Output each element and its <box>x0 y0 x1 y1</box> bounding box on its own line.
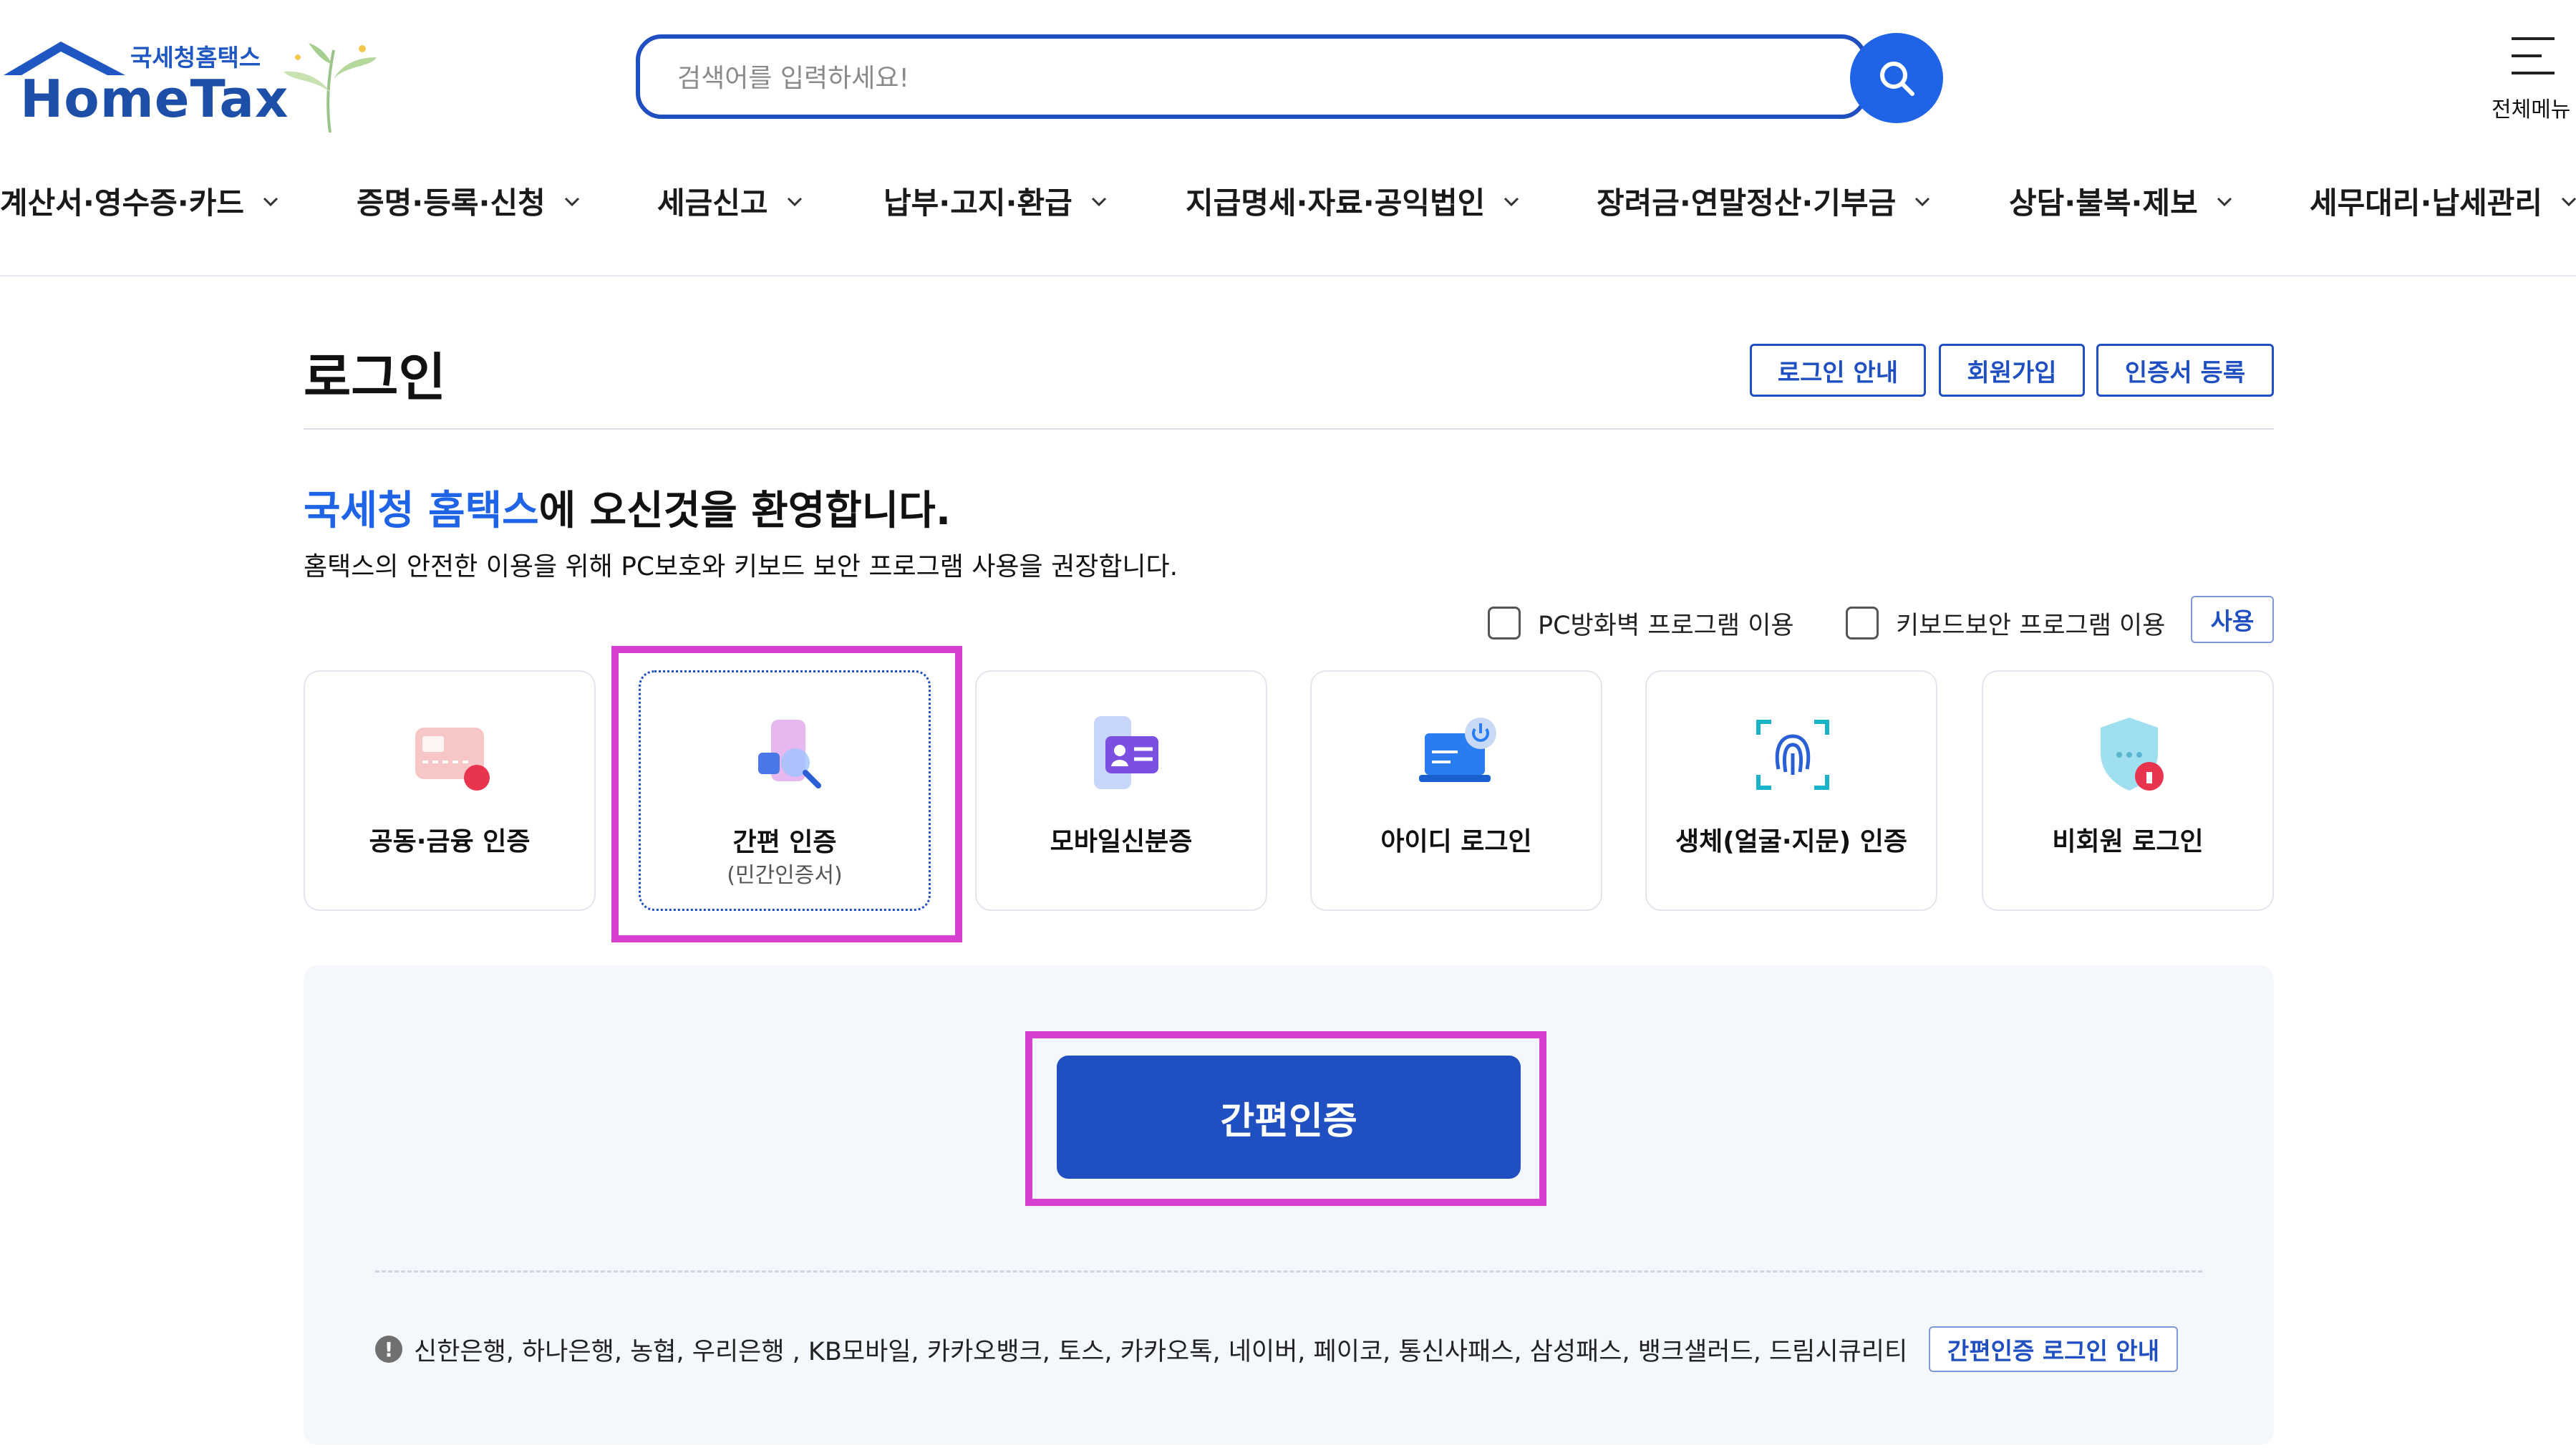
nav-item-tax-filing[interactable]: 세금신고 <box>657 179 804 223</box>
shield-lock-icon <box>2101 718 2164 791</box>
firewall-label: PC방화벽 프로그램 이용 <box>1538 611 1794 640</box>
search-box <box>636 34 1867 119</box>
card-guest-login[interactable]: 비회원 로그인 <box>1982 670 2274 911</box>
nav-item-label: 납부·고지·환급 <box>883 185 1072 221</box>
auth-panel <box>304 965 2274 1445</box>
keyboard-security-option: 키보드보안 프로그램 이용 <box>1846 602 2165 645</box>
simple-auth-guide-button[interactable]: 간편인증 로그인 안내 <box>1929 1326 2178 1372</box>
card-simple-auth[interactable]: 간편 인증 (민간인증서) <box>639 670 931 911</box>
logo-tagline: 국세청홈택스 <box>130 44 261 72</box>
mobile-id-icon <box>1094 716 1158 789</box>
card-sublabel: (민간인증서) <box>727 863 843 888</box>
info-icon: ! <box>375 1336 402 1363</box>
nav-item-certificates[interactable]: 증명·등록·신청 <box>357 179 581 223</box>
providers-list: 신한은행, 하나은행, 농협, 우리은행 , KB모바일, 카카오뱅크, 토스,… <box>414 1337 1908 1366</box>
nav-item-label: 세금신고 <box>657 185 768 221</box>
search-button[interactable] <box>1850 33 1943 123</box>
nav-item-statements[interactable]: 지급명세·자료·공익법인 <box>1186 179 1521 223</box>
welcome-heading: 국세청 홈택스에 오신것을 환영합니다. <box>304 478 951 536</box>
register-certificate-button[interactable]: 인증서 등록 <box>2096 344 2274 397</box>
all-menu-label: 전체메뉴 <box>2492 97 2571 122</box>
chevron-down-icon <box>1915 197 1930 206</box>
nav-item-receipts[interactable]: 계산서·영수증·카드 <box>0 179 280 223</box>
card-label: 아이디 로그인 <box>1380 827 1532 856</box>
nav-item-consulting[interactable]: 상담·불복·제보 <box>2009 179 2234 223</box>
security-recommendation: 홈택스의 안전한 이용을 위해 PC보호와 키보드 보안 프로그램 사용을 권장… <box>304 552 1178 581</box>
keyboard-security-label: 키보드보안 프로그램 이용 <box>1896 611 2166 640</box>
nav-item-incentives[interactable]: 장려금·연말정산·기부금 <box>1597 179 1932 223</box>
chevron-down-icon <box>564 197 579 206</box>
nav-item-label: 상담·불복·제보 <box>2009 185 2198 221</box>
simple-auth-search-icon <box>758 720 821 788</box>
nav-item-label: 지급명세·자료·공익법인 <box>1186 185 1486 221</box>
certificate-card-icon <box>415 728 490 791</box>
sprout-decoration-icon <box>284 43 377 133</box>
card-joint-financial-cert[interactable]: 공동·금융 인증 <box>304 670 596 911</box>
card-label: 모바일신분증 <box>1050 827 1193 856</box>
nav-item-tax-agent[interactable]: 세무대리·납세관리 <box>2310 179 2576 223</box>
nav-item-payment[interactable]: 납부·고지·환급 <box>883 179 1108 223</box>
nav-item-label: 장려금·연말정산·기부금 <box>1597 185 1897 221</box>
search-icon <box>1880 62 1914 96</box>
welcome-text: 에 오신것을 환영합니다. <box>538 488 952 534</box>
chevron-down-icon <box>1504 197 1519 206</box>
card-label: 비회원 로그인 <box>2052 827 2204 856</box>
fingerprint-icon <box>1756 720 1829 790</box>
panel-divider <box>375 1270 2202 1273</box>
hamburger-menu-icon <box>2512 37 2555 74</box>
nav-item-label: 세무대리·납세관리 <box>2310 185 2543 221</box>
keyboard-security-checkbox[interactable] <box>1846 607 1879 639</box>
signup-button[interactable]: 회원가입 <box>1939 344 2085 397</box>
nav-item-label: 계산서·영수증·카드 <box>0 185 245 221</box>
logo-wordmark: HomeTax <box>20 69 289 129</box>
login-guide-button[interactable]: 로그인 안내 <box>1750 344 1926 397</box>
search-input[interactable] <box>676 57 1753 99</box>
nav-item-label: 증명·등록·신청 <box>357 185 546 221</box>
chevron-down-icon <box>1091 197 1106 206</box>
chevron-down-icon <box>2562 197 2576 206</box>
welcome-brand: 국세청 홈택스 <box>304 488 539 534</box>
all-menu-button[interactable]: 전체메뉴 <box>2463 29 2576 129</box>
card-label: 간편 인증 <box>732 828 837 857</box>
chevron-down-icon <box>263 197 279 206</box>
firewall-option: PC방화벽 프로그램 이용 <box>1488 602 1794 645</box>
card-biometric[interactable]: 생체(얼굴·지문) 인증 <box>1645 670 1937 911</box>
card-label: 생체(얼굴·지문) 인증 <box>1675 827 1908 856</box>
chevron-down-icon <box>2217 197 2232 206</box>
card-mobile-id[interactable]: 모바일신분증 <box>975 670 1267 911</box>
chevron-down-icon <box>787 197 802 206</box>
use-security-button[interactable]: 사용 <box>2191 596 2274 643</box>
simple-auth-button[interactable]: 간편인증 <box>1057 1056 1521 1179</box>
providers-notice: ! 신한은행, 하나은행, 농협, 우리은행 , KB모바일, 카카오뱅크, 토… <box>375 1326 1907 1372</box>
main-nav: 계산서·영수증·카드 증명·등록·신청 세금신고 납부·고지·환급 지급명세·자… <box>0 166 2576 231</box>
laptop-power-icon <box>1419 718 1496 782</box>
title-divider <box>304 428 2274 430</box>
card-id-login[interactable]: 아이디 로그인 <box>1310 670 1602 911</box>
firewall-checkbox[interactable] <box>1488 607 1521 639</box>
nav-divider <box>0 275 2576 276</box>
page-title: 로그인 <box>304 347 446 407</box>
card-label: 공동·금융 인증 <box>369 827 531 856</box>
